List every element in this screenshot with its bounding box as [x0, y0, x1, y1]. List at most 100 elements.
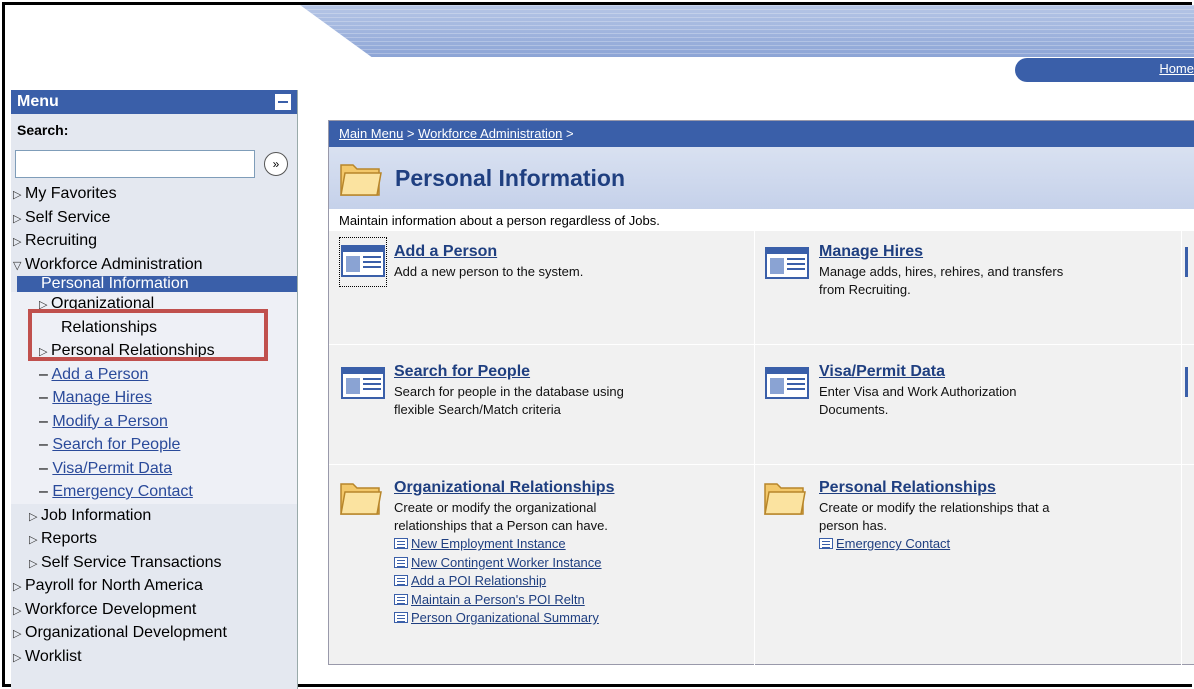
menu-item-manage-hires[interactable]: – Manage Hires [11, 386, 297, 410]
menu-link[interactable]: Visa/Permit Data [52, 460, 172, 477]
page-icon [765, 247, 809, 279]
breadcrumb-workforce-administration[interactable]: Workforce Administration [418, 126, 562, 141]
menu-item-add-a-person[interactable]: – Add a Person [11, 363, 297, 387]
home-tab: Home [1015, 58, 1194, 82]
sublink-person-organizational-summary[interactable]: Person Organizational Summary [394, 609, 614, 628]
sublink-new-contingent-worker-instance[interactable]: New Contingent Worker Instance [394, 554, 614, 573]
partial-page-icon [1185, 247, 1194, 277]
expand-triangle-icon: ▷ [29, 557, 38, 570]
menu-link[interactable]: Manage Hires [52, 389, 152, 406]
menu-item-search-for-people[interactable]: – Search for People [11, 433, 297, 457]
annotation-highlight-box [28, 309, 268, 361]
page-icon [394, 612, 408, 623]
expand-triangle-icon: ▷ [13, 628, 22, 640]
cell-visa-permit-data: Visa/Permit Data Enter Visa and Work Aut… [819, 363, 1017, 419]
grid-divider [1181, 231, 1182, 666]
menu-item-worklist[interactable]: ▷ Worklist [11, 645, 297, 669]
page-icon [819, 538, 833, 549]
menu-link[interactable]: Add a Person [51, 366, 148, 383]
menu-item-visa-permit-data[interactable]: – Visa/Permit Data [11, 457, 297, 481]
sublink-maintain-poi-reltn[interactable]: Maintain a Person's POI Reltn [394, 591, 614, 610]
title-bar: Personal Information [329, 147, 1194, 209]
navigation-menu: Menu Search: » ▷ My Favorites ▷ Self Servi… [11, 90, 298, 689]
page-icon [394, 538, 408, 549]
organizational-relationships-link[interactable]: Organizational Relationships [394, 479, 614, 497]
menu-item-payroll[interactable]: ▷ Payroll for North America [11, 574, 297, 598]
organizational-relationships-description-line1: Create or modify the organizational [394, 500, 597, 515]
organizational-relationships-description-line2: relationships that a Person can have. [394, 518, 608, 533]
page-icon [394, 575, 408, 586]
folder-icon [340, 483, 382, 515]
menu-item-my-favorites[interactable]: ▷ My Favorites [11, 182, 297, 206]
manage-hires-description-line1: Manage adds, hires, rehires, and transfe… [819, 264, 1064, 279]
page-title: Personal Information [395, 165, 626, 191]
manage-hires-link[interactable]: Manage Hires [819, 243, 1063, 261]
menu-link[interactable]: Modify a Person [52, 413, 168, 430]
personal-relationships-description-line2: person has. [819, 518, 887, 533]
menu-item-label: Personal Information [41, 276, 189, 292]
sublink-label: Emergency Contact [836, 536, 951, 551]
menu-item-reports[interactable]: ▷ Reports [11, 527, 297, 551]
grid-divider [329, 344, 1194, 345]
search-row: » [11, 146, 297, 182]
visa-permit-data-description-line2: Documents. [819, 402, 889, 417]
breadcrumb-main-menu[interactable]: Main Menu [339, 126, 403, 141]
search-label: Search: [17, 122, 69, 138]
collapse-menu-icon[interactable] [275, 94, 291, 110]
page-icon [765, 367, 809, 399]
menu-item-job-information[interactable]: ▷ Job Information [11, 504, 297, 528]
main-content: Main Menu > Workforce Administration > P… [328, 120, 1194, 666]
expand-triangle-icon: ▷ [29, 510, 38, 523]
header-banner-pattern [300, 5, 1194, 57]
expand-triangle-icon: ▷ [13, 212, 22, 225]
menu-item-label: Job Information [41, 506, 152, 524]
sublink-emergency-contact[interactable]: Emergency Contact [819, 535, 1050, 554]
menu-item-organizational-development[interactable]: ▷ Organizational Development [11, 621, 297, 645]
expand-triangle-icon: ▷ [13, 651, 22, 664]
page-description: Maintain information about a person rega… [329, 209, 1194, 231]
menu-item-self-service-transactions[interactable]: ▷ Self Service Transactions [11, 551, 297, 575]
sublink-add-a-poi-relationship[interactable]: Add a POI Relationship [394, 572, 614, 591]
partial-page-icon [1185, 367, 1194, 397]
search-for-people-description-line2: flexible Search/Match criteria [394, 402, 561, 417]
menu-link[interactable]: Emergency Contact [52, 483, 193, 500]
menu-item-label: Workforce Administration [25, 255, 203, 273]
add-a-person-description: Add a new person to the system. [394, 264, 584, 279]
visa-permit-data-link[interactable]: Visa/Permit Data [819, 363, 1017, 381]
breadcrumb: Main Menu > Workforce Administration > [329, 121, 1194, 147]
menu-item-modify-a-person[interactable]: – Modify a Person [11, 410, 297, 434]
menu-item-workforce-development[interactable]: ▷ Workforce Development [11, 598, 297, 622]
cell-personal-relationships: Personal Relationships Create or modify … [819, 479, 1050, 554]
grid-divider [754, 231, 755, 666]
folder-icon [340, 164, 382, 196]
add-a-person-link[interactable]: Add a Person [394, 243, 583, 261]
menu-header: Menu [11, 90, 297, 114]
search-for-people-link[interactable]: Search for People [394, 363, 624, 381]
expand-triangle-icon: ▷ [13, 189, 22, 201]
personal-relationships-link[interactable]: Personal Relationships [819, 479, 1050, 497]
menu-item-personal-information[interactable]: Personal Information [17, 276, 297, 292]
sublink-label: New Employment Instance [411, 536, 566, 551]
cell-add-a-person: Add a Person Add a new person to the sys… [394, 243, 583, 281]
menu-item-label: Payroll for North America [25, 577, 203, 594]
menu-item-self-service[interactable]: ▷ Self Service [11, 206, 297, 230]
sublink-new-employment-instance[interactable]: New Employment Instance [394, 535, 614, 554]
menu-link[interactable]: Search for People [52, 436, 180, 453]
breadcrumb-separator: > [562, 126, 574, 141]
menu-item-workforce-administration[interactable]: ▽ Workforce Administration [11, 253, 297, 277]
grid-divider [329, 464, 1194, 465]
menu-item-emergency-contact[interactable]: – Emergency Contact [11, 480, 297, 504]
visa-permit-data-description-line1: Enter Visa and Work Authorization [819, 384, 1017, 399]
expand-triangle-icon: ▷ [13, 604, 22, 617]
home-link[interactable]: Home [1159, 61, 1194, 76]
personal-relationships-description-line1: Create or modify the relationships that … [819, 500, 1050, 515]
menu-search-input[interactable] [15, 150, 255, 178]
menu-item-label: Reports [41, 530, 98, 547]
menu-item-label: Self Service Transactions [41, 553, 222, 571]
menu-title: Menu [17, 93, 59, 110]
menu-item-recruiting[interactable]: ▷ Recruiting [11, 229, 297, 253]
collapse-triangle-icon: ▽ [13, 259, 22, 272]
search-go-icon[interactable]: » [264, 152, 288, 176]
sublink-label: New Contingent Worker Instance [411, 554, 602, 570]
cell-organizational-relationships: Organizational Relationships Create or m… [394, 479, 614, 628]
